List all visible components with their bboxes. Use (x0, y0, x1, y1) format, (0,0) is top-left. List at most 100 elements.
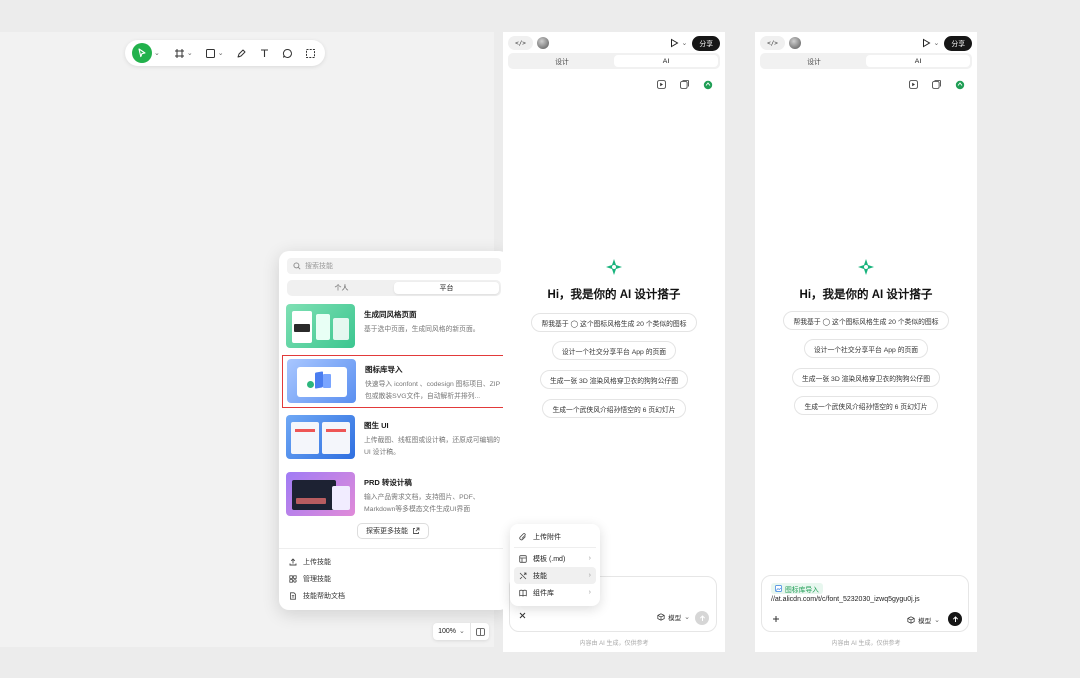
close-icon (519, 612, 525, 618)
suggestion-chip[interactable]: 设计一个社交分享平台 App 的页面 (803, 339, 929, 358)
send-button[interactable] (695, 611, 709, 625)
move-tool-button[interactable]: ⌄ (129, 43, 163, 63)
avatar[interactable] (789, 37, 801, 49)
menu-item-skills[interactable]: 技能 › (514, 567, 596, 584)
send-button[interactable] (948, 612, 962, 626)
comment-icon (282, 48, 292, 58)
menu-item-label: 组件库 (533, 589, 554, 597)
chevron-right-icon: › (588, 589, 591, 596)
ai-panel: </> ⌄ 分享 设计 AI Hi，我是你的 AI 设计搭子 帮我基于 ◯ 这个… (755, 32, 977, 652)
chevron-down-icon: ⌄ (154, 49, 160, 57)
skill-desc: 输入产品需求文档，支持图片、PDF、Markdown等多模态文件生成UI界面 (364, 494, 480, 513)
avatar[interactable] (537, 37, 549, 49)
new-chat-button[interactable] (656, 79, 667, 90)
manage-skills-label: 管理技能 (303, 576, 331, 583)
chevron-down-icon: ⌄ (459, 628, 465, 635)
code-view-button[interactable]: </> (760, 36, 785, 50)
image-icon (775, 585, 782, 592)
skill-tag[interactable]: 图标库导入 (771, 583, 823, 594)
skill-tag-label: 图标库导入 (785, 586, 819, 594)
skill-name: 生成同风格页面 (364, 310, 417, 319)
menu-item-upload-attachment[interactable]: 上传附件 (514, 528, 596, 545)
history-icon (680, 80, 689, 89)
ai-welcome: Hi，我是你的 AI 设计搭子 (755, 258, 977, 302)
tab-design[interactable]: 设计 (510, 55, 614, 67)
assistant-status-button[interactable] (702, 79, 713, 90)
manage-skills-link[interactable]: 管理技能 (289, 574, 331, 584)
share-button[interactable]: 分享 (944, 35, 972, 51)
explore-more-skills-button[interactable]: 探索更多技能 (357, 523, 429, 539)
comment-tool-button[interactable] (279, 43, 296, 63)
skill-tabs: 个人 平台 (287, 280, 501, 296)
panel-toggle-button[interactable] (471, 627, 489, 636)
slice-icon (305, 48, 315, 58)
text-icon (260, 48, 268, 57)
model-selector[interactable]: 模型 ⌄ (657, 612, 690, 622)
history-button[interactable] (679, 79, 690, 90)
skill-item[interactable]: 生成同风格页面 基于选中页面，生成同风格的新页面。 (286, 301, 502, 351)
chevron-down-icon: ⌄ (934, 616, 940, 624)
suggestion-chip[interactable]: 帮我基于 ◯ 这个图标风格生成 20 个类似的图标 (531, 313, 697, 332)
skill-search-input[interactable]: 搜索技能 (287, 258, 501, 274)
close-button[interactable] (516, 609, 528, 621)
menu-item-template[interactable]: 模板 (.md) › (514, 550, 596, 567)
suggestion-chip[interactable]: 生成一张 3D 渲染风格穿卫衣的狗狗公仔图 (791, 368, 940, 387)
prompt-input[interactable]: //at.alicdn.com/t/c/font_5232030_izwq5gy… (771, 596, 920, 603)
model-label: 模型 (668, 615, 682, 622)
tab-platform[interactable]: 平台 (394, 282, 499, 294)
zoom-level: 100% (438, 628, 457, 635)
upload-skill-link[interactable]: 上传技能 (289, 557, 331, 567)
skill-desc: 上传截图、线框图或设计稿，还原成可编辑的 UI 设计稿。 (364, 437, 500, 456)
document-icon (290, 592, 296, 600)
search-placeholder: 搜索技能 (305, 263, 333, 270)
add-button[interactable] (770, 613, 782, 625)
menu-item-component-library[interactable]: 组件库 › (514, 584, 596, 601)
tab-ai[interactable]: AI (866, 55, 970, 67)
play-button[interactable]: ⌄ (921, 38, 939, 48)
frame-tool-button[interactable]: ⌄ (171, 43, 196, 63)
tab-design[interactable]: 设计 (762, 55, 866, 67)
disclaimer: 内容由 AI 生成，仅供参考 (831, 641, 901, 647)
skill-help-docs-link[interactable]: 技能帮助文档 (289, 591, 345, 601)
skill-thumbnail (286, 304, 355, 348)
skill-thumbnail (286, 415, 355, 459)
cube-icon (907, 616, 915, 624)
code-view-button[interactable]: </> (508, 36, 533, 50)
history-button[interactable] (931, 79, 942, 90)
shape-tool-button[interactable]: ⌄ (202, 43, 227, 63)
share-button[interactable]: 分享 (692, 35, 720, 51)
text-tool-button[interactable] (256, 43, 273, 63)
skill-icon (519, 572, 527, 579)
zoom-control: 100% ⌄ (433, 623, 489, 640)
tab-ai[interactable]: AI (614, 55, 718, 67)
pen-tool-button[interactable] (233, 43, 250, 63)
skill-item-selected[interactable]: 图标库导入 快速导入 iconfont 、codesign 图标项目、ZIP 包… (282, 355, 504, 408)
library-icon (519, 589, 527, 596)
skill-desc: 基于选中页面，生成同风格的新页面。 (364, 326, 480, 333)
menu-item-label: 模板 (.md) (533, 555, 566, 563)
chevron-down-icon: ⌄ (217, 49, 224, 57)
suggestion-chip[interactable]: 生成一个武侠风介绍孙悟空的 6 页幻灯片 (542, 399, 686, 418)
skill-thumbnail (287, 359, 356, 403)
zoom-level-dropdown[interactable]: 100% ⌄ (433, 623, 471, 640)
suggestion-chip[interactable]: 生成一个武侠风介绍孙悟空的 6 页幻灯片 (794, 396, 938, 415)
play-button[interactable]: ⌄ (669, 38, 688, 48)
code-icon: </> (767, 39, 778, 47)
suggestion-chip[interactable]: 帮我基于 ◯ 这个图标风格生成 20 个类似的图标 (783, 311, 949, 330)
skill-item[interactable]: 图生 UI 上传截图、线框图或设计稿，还原成可编辑的 UI 设计稿。 (286, 412, 502, 462)
new-chat-button[interactable] (908, 79, 919, 90)
assistant-icon (955, 80, 964, 89)
ai-welcome: Hi，我是你的 AI 设计搭子 (503, 258, 725, 302)
suggestion-chip[interactable]: 生成一张 3D 渲染风格穿卫衣的狗狗公仔图 (539, 370, 688, 389)
skills-popup: 搜索技能 个人 平台 生成同风格页面 基于选中页面，生成同风格的新页面。 图标库… (279, 251, 509, 610)
skill-item[interactable]: PRD 转设计稿 输入产品需求文档，支持图片、PDF、Markdown等多模态文… (286, 469, 502, 519)
chevron-down-icon: ⌄ (681, 39, 688, 47)
upload-icon (289, 558, 297, 566)
divider (279, 548, 509, 549)
slice-tool-button[interactable] (302, 43, 319, 63)
tab-personal[interactable]: 个人 (289, 282, 394, 294)
model-selector[interactable]: 模型 ⌄ (907, 615, 940, 625)
suggestion-chip[interactable]: 设计一个社交分享平台 App 的页面 (551, 341, 677, 360)
chat-composer[interactable]: 图标库导入 //at.alicdn.com/t/c/font_5232030_i… (761, 575, 969, 632)
assistant-status-button[interactable] (954, 79, 965, 90)
